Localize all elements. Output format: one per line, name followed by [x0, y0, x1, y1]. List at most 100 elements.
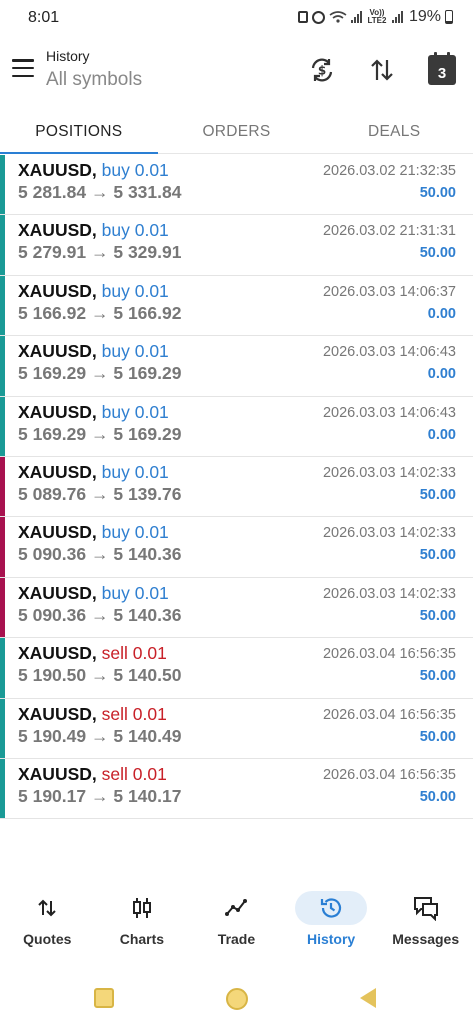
lock-icon — [297, 11, 308, 23]
tab-orders[interactable]: ORDERS — [158, 110, 316, 153]
position-profit: 50.00 — [419, 607, 456, 624]
position-header: XAUUSD, buy 0.01 — [18, 281, 169, 302]
position-symbol: XAUUSD, — [18, 160, 97, 180]
volte-icon: Vo)) LTE2 — [367, 8, 387, 25]
position-time: 2026.03.04 16:56:35 — [322, 766, 456, 783]
position-row[interactable]: XAUUSD, sell 0.01 5 190.49 → 5 140.49 2026… — [0, 698, 473, 759]
position-side-volume: sell 0.01 — [101, 703, 167, 724]
currency-sync-icon: $ — [311, 58, 333, 82]
positions-list: XAUUSD, buy 0.01 5 281.84 → 5 331.84 2026.… — [0, 155, 473, 820]
position-row[interactable]: XAUUSD, buy 0.01 5 169.29 → 5 169.29 2026.… — [0, 336, 473, 397]
position-side-volume: sell 0.01 — [101, 763, 167, 784]
nav-label-charts: Charts — [119, 931, 165, 947]
position-profit: 50.00 — [419, 788, 456, 805]
position-color-marker — [0, 336, 5, 396]
position-header: XAUUSD, buy 0.01 — [18, 160, 169, 181]
position-color-marker — [0, 456, 5, 517]
position-prices: 5 090.36 → 5 140.36 — [18, 604, 182, 625]
nav-label-trade: Trade — [217, 931, 256, 947]
position-profit: 50.00 — [419, 728, 456, 745]
tab-positions[interactable]: POSITIONS — [0, 110, 158, 154]
position-header: XAUUSD, sell 0.01 — [18, 764, 167, 785]
symbol-filter[interactable]: All symbols — [46, 69, 142, 91]
status-bar: 8:01 Vo)) LTE2 19% — [0, 0, 473, 36]
position-header: XAUUSD, buy 0.01 — [18, 341, 169, 362]
position-time: 2026.03.03 14:02:33 — [322, 464, 456, 481]
position-time: 2026.03.03 14:06:43 — [322, 344, 456, 361]
sort-button[interactable] — [366, 54, 398, 86]
position-row[interactable]: XAUUSD, buy 0.01 5 090.36 → 5 140.36 2026.… — [0, 577, 473, 639]
sort-icon — [371, 59, 393, 81]
charts-icon — [132, 898, 151, 918]
position-header: XAUUSD, buy 0.01 — [18, 462, 169, 483]
calendar-icon: 3 — [428, 52, 456, 85]
tab-deals[interactable]: DEALS — [315, 110, 473, 153]
position-row[interactable]: XAUUSD, buy 0.01 5 279.91 → 5 329.91 2026.… — [0, 215, 473, 276]
position-prices: 5 190.50 → 5 140.50 — [18, 665, 182, 686]
position-row[interactable]: XAUUSD, buy 0.01 5 166.92 → 5 166.92 2026.… — [0, 275, 473, 337]
position-prices: 5 279.91 → 5 329.91 — [18, 242, 182, 263]
signal-icon — [350, 11, 362, 23]
position-prices: 5 089.76 → 5 139.76 — [18, 483, 182, 504]
position-time: 2026.03.04 16:56:35 — [322, 706, 456, 723]
position-row[interactable]: XAUUSD, sell 0.01 5 190.17 → 5 140.17 2026… — [0, 758, 473, 820]
nav-charts[interactable]: Charts — [95, 885, 190, 965]
position-symbol: XAUUSD, — [18, 401, 97, 422]
position-header: XAUUSD, buy 0.01 — [18, 583, 169, 604]
position-time: 2026.03.03 14:02:33 — [322, 585, 456, 602]
position-color-marker — [0, 155, 5, 215]
nav-trade[interactable]: Trade — [189, 885, 284, 965]
position-profit: 50.00 — [419, 185, 456, 201]
nav-history[interactable]: History — [284, 885, 379, 965]
position-profit: 50.00 — [419, 668, 456, 685]
position-symbol: XAUUSD, — [18, 461, 97, 482]
menu-icon[interactable] — [12, 59, 34, 77]
position-profit: 0.00 — [427, 305, 456, 322]
back-icon[interactable] — [360, 988, 376, 1008]
position-side-volume: buy 0.01 — [101, 160, 169, 180]
position-symbol: XAUUSD, — [18, 341, 97, 362]
position-side-volume: buy 0.01 — [101, 401, 169, 422]
status-time: 8:01 — [28, 9, 60, 26]
position-prices: 5 169.29 → 5 169.29 — [18, 363, 182, 384]
position-time: 2026.03.04 16:56:35 — [322, 646, 456, 663]
position-row[interactable]: XAUUSD, buy 0.01 5 281.84 → 5 331.84 2026.… — [0, 155, 473, 216]
position-symbol: XAUUSD, — [18, 763, 97, 784]
currency-sync-button[interactable]: $ — [306, 54, 338, 86]
position-row[interactable]: XAUUSD, buy 0.01 5 169.29 → 5 169.29 2026.… — [0, 396, 473, 457]
position-header: XAUUSD, sell 0.01 — [18, 643, 167, 664]
alarm-icon — [311, 10, 325, 24]
position-symbol: XAUUSD, — [18, 280, 97, 301]
nav-quotes[interactable]: Quotes — [0, 885, 95, 965]
messages-icon — [413, 897, 438, 921]
position-side-volume: buy 0.01 — [101, 461, 169, 482]
position-color-marker — [0, 396, 5, 456]
position-color-marker — [0, 638, 5, 698]
position-side-volume: buy 0.01 — [101, 522, 169, 543]
wifi-icon — [329, 11, 347, 23]
history-icon — [320, 898, 342, 918]
position-profit: 50.00 — [419, 486, 456, 503]
position-side-volume: buy 0.01 — [101, 280, 169, 301]
position-prices: 5 169.29 → 5 169.29 — [18, 423, 182, 444]
page-title: History — [46, 48, 90, 64]
position-prices: 5 281.84 → 5 331.84 — [18, 182, 182, 202]
position-row[interactable]: XAUUSD, buy 0.01 5 089.76 → 5 139.76 2026.… — [0, 456, 473, 518]
position-side-volume: sell 0.01 — [101, 643, 167, 664]
position-header: XAUUSD, buy 0.01 — [18, 522, 169, 543]
recent-apps-icon[interactable] — [94, 988, 114, 1008]
position-side-volume: buy 0.01 — [101, 582, 169, 603]
system-nav — [0, 980, 473, 1020]
position-row[interactable]: XAUUSD, sell 0.01 5 190.50 → 5 140.50 2026… — [0, 638, 473, 699]
position-color-marker — [0, 517, 5, 577]
position-side-volume: buy 0.01 — [101, 341, 169, 362]
calendar-button[interactable]: 3 — [426, 52, 458, 86]
position-time: 2026.03.03 14:06:37 — [322, 283, 456, 300]
position-symbol: XAUUSD, — [18, 522, 97, 543]
position-row[interactable]: XAUUSD, buy 0.01 5 090.36 → 5 140.36 2026.… — [0, 517, 473, 578]
nav-messages[interactable]: Messages — [378, 885, 473, 965]
position-prices: 5 090.36 → 5 140.36 — [18, 544, 182, 565]
home-icon[interactable] — [226, 988, 248, 1010]
position-time: 2026.03.02 21:32:35 — [322, 163, 456, 179]
position-color-marker — [0, 275, 5, 336]
